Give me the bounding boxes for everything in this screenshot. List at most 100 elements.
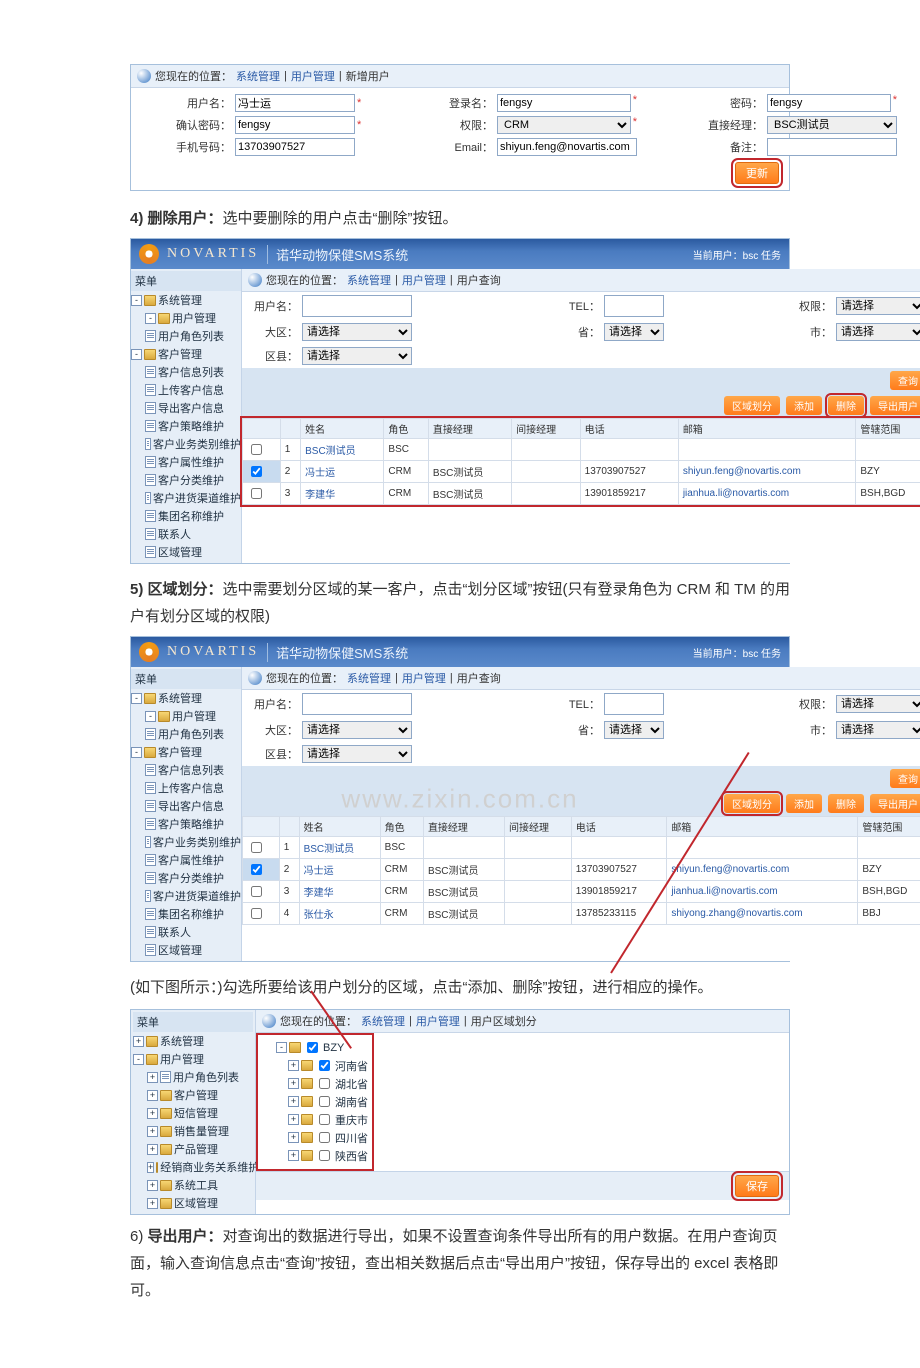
filter-tel[interactable]	[604, 295, 664, 317]
expand-icon[interactable]: +	[288, 1114, 299, 1125]
sidebar-item[interactable]: -客户管理	[131, 345, 241, 363]
table-row[interactable]: 1BSC测试员BSC	[243, 837, 920, 859]
breadcrumb-l1[interactable]: 系统管理	[236, 68, 280, 84]
sidebar-item[interactable]: 用户角色列表	[131, 327, 241, 345]
filter-region[interactable]: 请选择	[302, 323, 412, 341]
expand-icon[interactable]: -	[131, 295, 142, 306]
tree-node[interactable]: +湖南省	[262, 1093, 368, 1111]
sidebar-item[interactable]: 客户信息列表	[131, 761, 241, 779]
add-button[interactable]: 添加	[786, 396, 822, 415]
sidebar-item[interactable]: +用户角色列表	[133, 1068, 253, 1086]
tree-checkbox[interactable]	[319, 1150, 330, 1161]
table-row[interactable]: 2冯士运CRMBSC测试员13703907527shiyun.feng@nova…	[243, 461, 920, 483]
query-button[interactable]: 查询	[890, 371, 920, 390]
role-select[interactable]: CRM	[497, 116, 631, 134]
confirm-field[interactable]	[235, 116, 355, 134]
sidebar-item[interactable]: 客户属性维护	[131, 851, 241, 869]
row-checkbox[interactable]	[251, 908, 262, 919]
sidebar-item[interactable]: 客户分类维护	[131, 869, 241, 887]
expand-icon[interactable]: +	[288, 1060, 299, 1071]
filter-role[interactable]: 请选择	[836, 297, 920, 315]
sidebar-item[interactable]: +产品管理	[133, 1140, 253, 1158]
sidebar-item[interactable]: 客户分类维护	[131, 471, 241, 489]
table-row[interactable]: 4张仕永CRMBSC测试员13785233115shiyong.zhang@no…	[243, 903, 920, 925]
sidebar-item[interactable]: -用户管理	[131, 707, 241, 725]
filter-city[interactable]: 请选择	[836, 323, 920, 341]
expand-icon[interactable]: -	[131, 693, 142, 704]
area-button[interactable]: 区域划分	[724, 396, 780, 415]
sidebar-item[interactable]: +系统管理	[133, 1032, 253, 1050]
tree-checkbox[interactable]	[319, 1060, 330, 1071]
expand-icon[interactable]: +	[147, 1072, 158, 1083]
sidebar-item[interactable]: 上传客户信息	[131, 381, 241, 399]
sidebar-item[interactable]: 集团名称维护	[131, 507, 241, 525]
sidebar-item[interactable]: 导出客户信息	[131, 797, 241, 815]
phone-field[interactable]	[235, 138, 355, 156]
table-row[interactable]: 3李建华CRMBSC测试员13901859217jianhua.li@novar…	[243, 881, 920, 903]
area-button[interactable]: 区域划分	[724, 794, 780, 813]
sidebar-item[interactable]: 上传客户信息	[131, 779, 241, 797]
row-checkbox[interactable]	[251, 466, 262, 477]
filter-role[interactable]: 请选择	[836, 695, 920, 713]
tree-node[interactable]: +四川省	[262, 1129, 368, 1147]
login-field[interactable]	[497, 94, 631, 112]
table-row[interactable]: 3李建华CRMBSC测试员13901859217jianhua.li@novar…	[243, 483, 920, 505]
row-checkbox[interactable]	[251, 842, 262, 853]
filter-province[interactable]: 请选择	[604, 323, 664, 341]
sidebar-item[interactable]: 集团名称维护	[131, 905, 241, 923]
sidebar-item[interactable]: -客户管理	[131, 743, 241, 761]
tree-node[interactable]: +河南省	[262, 1057, 368, 1075]
expand-icon[interactable]: -	[145, 711, 156, 722]
sidebar-item[interactable]: -系统管理	[131, 291, 241, 309]
sidebar-item[interactable]: 用户角色列表	[131, 725, 241, 743]
query-button[interactable]: 查询	[890, 769, 920, 788]
expand-icon[interactable]: +	[288, 1096, 299, 1107]
tree-node[interactable]: -BZY	[262, 1039, 368, 1057]
export-button[interactable]: 导出用户	[870, 396, 920, 415]
table-row[interactable]: 2冯士运CRMBSC测试员13703907527shiyun.feng@nova…	[243, 859, 920, 881]
expand-icon[interactable]: +	[147, 1090, 158, 1101]
expand-icon[interactable]: +	[147, 1126, 158, 1137]
row-checkbox[interactable]	[251, 444, 262, 455]
sidebar-item[interactable]: 导出客户信息	[131, 399, 241, 417]
row-checkbox[interactable]	[251, 886, 262, 897]
expand-icon[interactable]: +	[147, 1198, 158, 1209]
expand-icon[interactable]: +	[133, 1036, 144, 1047]
sidebar-item[interactable]: 客户进货渠道维护	[131, 489, 241, 507]
tree-checkbox[interactable]	[319, 1078, 330, 1089]
expand-icon[interactable]: +	[288, 1078, 299, 1089]
table-row[interactable]: 1BSC测试员BSC	[243, 439, 920, 461]
sidebar-item[interactable]: +系统工具	[133, 1176, 253, 1194]
sidebar-item[interactable]: 区域管理	[131, 543, 241, 561]
expand-icon[interactable]: -	[145, 313, 156, 324]
expand-icon[interactable]: +	[147, 1180, 158, 1191]
tree-node[interactable]: +陕西省	[262, 1147, 368, 1165]
sidebar-item[interactable]: -用户管理	[133, 1050, 253, 1068]
tree-checkbox[interactable]	[319, 1114, 330, 1125]
sidebar-item[interactable]: 客户业务类别维护	[131, 833, 241, 851]
breadcrumb-l2[interactable]: 用户管理	[291, 68, 335, 84]
sidebar-item[interactable]: 客户业务类别维护	[131, 435, 241, 453]
manager-select[interactable]: BSC测试员	[767, 116, 897, 134]
remark-field[interactable]	[767, 138, 897, 156]
expand-icon[interactable]: -	[133, 1054, 144, 1065]
expand-icon[interactable]: -	[276, 1042, 287, 1053]
update-button[interactable]: 更新	[735, 162, 779, 184]
sidebar-item[interactable]: 客户策略维护	[131, 815, 241, 833]
sidebar-item[interactable]: +销售量管理	[133, 1122, 253, 1140]
save-button[interactable]: 保存	[735, 1175, 779, 1197]
tree-checkbox[interactable]	[307, 1042, 318, 1053]
sidebar-item[interactable]: 区域管理	[131, 941, 241, 959]
sidebar-item[interactable]: 客户策略维护	[131, 417, 241, 435]
filter-username[interactable]	[302, 295, 412, 317]
sidebar-item[interactable]: 客户属性维护	[131, 453, 241, 471]
sidebar-item[interactable]: 客户进货渠道维护	[131, 887, 241, 905]
filter-tel[interactable]	[604, 693, 664, 715]
sidebar-item[interactable]: +短信管理	[133, 1104, 253, 1122]
expand-icon[interactable]: +	[147, 1108, 158, 1119]
email-field[interactable]	[497, 138, 637, 156]
sidebar-item[interactable]: -系统管理	[131, 689, 241, 707]
tree-node[interactable]: +湖北省	[262, 1075, 368, 1093]
expand-icon[interactable]: +	[288, 1132, 299, 1143]
expand-icon[interactable]: -	[131, 747, 142, 758]
